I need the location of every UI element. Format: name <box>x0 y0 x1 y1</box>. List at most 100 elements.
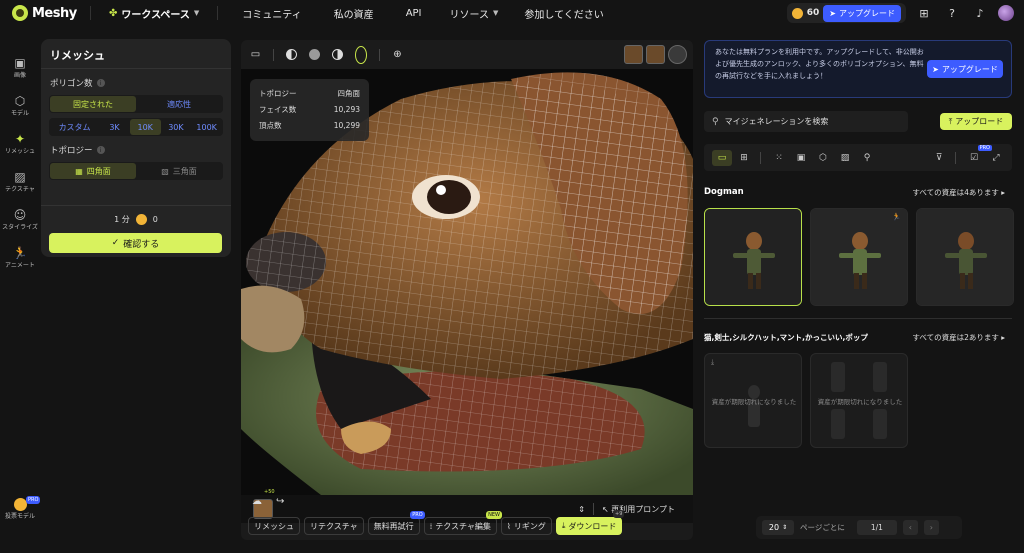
meshy-logo-icon <box>12 5 28 21</box>
matcap-shading-icon[interactable] <box>332 49 343 60</box>
brand-logo[interactable]: Meshy <box>12 5 82 21</box>
triangle-mesh-icon: ▧ <box>161 166 169 176</box>
count-3k[interactable]: 3K <box>99 119 130 135</box>
nav-my-assets[interactable]: 私の資産 <box>318 0 390 26</box>
upload-button[interactable]: ⤒ アップロード <box>940 113 1012 130</box>
remesh-action-button[interactable]: リメッシュ <box>248 517 300 535</box>
texture-thumb-1[interactable] <box>624 45 643 64</box>
rail-item-model[interactable]: ⬡ モデル <box>0 94 40 118</box>
share-icon[interactable]: ↪ <box>276 496 284 507</box>
count-10k[interactable]: 10K <box>129 119 161 135</box>
nav-join[interactable]: 参加してください <box>510 0 617 26</box>
expired-label: 資産が期限切れになりました <box>711 398 797 406</box>
remesh-footer: 1 分 0 ✓ 確認する <box>41 205 231 257</box>
expand-icon[interactable]: ⤢ <box>986 150 1006 166</box>
upgrade-banner: あなたは無料プランを利用中です。アップグレードして、非公開および優先生成のアンロ… <box>704 40 1012 98</box>
expand-toggle-icon[interactable]: ⇕ <box>578 505 585 514</box>
expired-label: 資産が期限切れになりました <box>817 398 903 406</box>
count-custom[interactable]: カスタム <box>50 119 99 135</box>
pro-badge: PRO <box>26 496 41 504</box>
nav-community[interactable]: コミュニティ <box>226 0 317 26</box>
texture-edit-button[interactable]: ⁞ テクスチャ編集 NEW <box>423 511 502 535</box>
folder-filter-icon[interactable]: ▭ <box>712 149 732 166</box>
count-30k[interactable]: 30K <box>161 119 192 135</box>
confirm-button[interactable]: ✓ 確認する <box>49 233 222 253</box>
asset-card-expired[interactable]: ⤓ 資産が期限切れになりました <box>704 353 802 448</box>
bell-icon[interactable]: ♪ <box>970 7 990 20</box>
nav-resources-label: リソース <box>449 9 490 21</box>
view-all-link-1[interactable]: すべての資産は4あります ▸ <box>912 187 1005 198</box>
texture-filter-icon[interactable]: ▨ <box>835 150 855 166</box>
textured-shading-icon[interactable] <box>355 45 367 64</box>
upgrade-button[interactable]: ➤ アップグレード <box>927 60 1003 78</box>
pro-badge: PRO <box>410 511 425 519</box>
rail-item-remesh[interactable]: ✦ リメッシュ <box>0 132 40 156</box>
mode-fixed[interactable]: 固定された <box>50 96 136 112</box>
nav-api[interactable]: API <box>390 0 438 26</box>
texture-thumb-2[interactable] <box>646 45 665 64</box>
search-input[interactable] <box>724 117 905 126</box>
image-filter-icon[interactable]: ▣ <box>791 150 811 166</box>
globe-icon[interactable]: ⊕ <box>392 49 403 60</box>
pagination: 20 ⇕ ページごとに 1/1 ‹ › <box>756 516 962 539</box>
mode-adaptive[interactable]: 適応性 <box>136 96 222 112</box>
workspace-menu[interactable]: ✤ ワークスペース ▼ <box>99 0 209 26</box>
dots-grid-icon[interactable]: ⁙ <box>769 150 789 166</box>
wireframe-shading-icon[interactable] <box>286 49 297 60</box>
vote-icon <box>13 498 27 511</box>
model-filter-icon[interactable]: ⬡ <box>813 150 833 166</box>
search-icon: ⚲ <box>712 116 719 127</box>
brand-name: Meshy <box>32 5 77 21</box>
count-100k[interactable]: 100K <box>191 119 222 135</box>
clay-shading-icon[interactable] <box>309 49 320 60</box>
info-icon[interactable]: i <box>96 146 105 154</box>
select-checkbox-icon[interactable]: ☑ PRO <box>964 144 992 166</box>
asset-card-expired[interactable]: 資産が期限切れになりました <box>810 353 908 448</box>
per-page-select[interactable]: 20 ⇕ <box>762 520 794 535</box>
monitor-icon[interactable]: ▭ <box>250 49 261 60</box>
action-label: リメッシュ <box>254 521 294 531</box>
upload-icon: ⤒ <box>948 116 953 126</box>
upload-cloud-icon[interactable]: ☁ <box>252 496 262 507</box>
avatar[interactable] <box>998 5 1014 21</box>
filter-funnel-icon[interactable]: ⊽ <box>929 150 949 166</box>
viewer-mini-actions: ☁ ↪ <box>252 496 284 507</box>
view-thumbnails <box>624 45 687 64</box>
free-retry-button[interactable]: 無料再試行 PRO <box>367 511 425 535</box>
per-page-value: 20 <box>768 523 780 532</box>
next-page-button[interactable]: › <box>923 520 939 535</box>
animation-filter-icon[interactable]: ⚲ <box>857 150 877 166</box>
chevron-down-icon: ▼ <box>193 9 200 17</box>
action-label: 無料再試行 <box>373 521 414 531</box>
topology-text: トポロジー <box>50 146 93 156</box>
view-settings-icon[interactable] <box>668 45 687 64</box>
download-button[interactable]: ⤓ ダウンロード +9 <box>555 510 625 535</box>
stat-label: トポロジー <box>259 89 297 98</box>
credit-bonus-badge: +50 <box>264 489 275 495</box>
time-estimate: 1 分 <box>114 215 130 224</box>
rigging-button[interactable]: ⌇ リギング <box>500 517 552 535</box>
gift-icon[interactable]: ⊞ <box>914 7 934 20</box>
rail-item-texture[interactable]: ▨ テクスチャ <box>0 170 40 194</box>
topology-quad[interactable]: ▦ 四角面 <box>50 163 136 179</box>
grid-view-icon[interactable]: ⊞ <box>734 150 754 166</box>
info-icon[interactable]: i <box>96 79 105 87</box>
stat-row: フェイス数 10,293 <box>259 102 360 118</box>
asset-card[interactable] <box>704 208 802 306</box>
help-icon[interactable]: ? <box>942 7 962 20</box>
asset-card[interactable]: 🏃 <box>810 208 908 306</box>
rail-item-vote[interactable]: PRO 投票モデル <box>0 496 41 521</box>
retexture-action-button[interactable]: リテクスチャ <box>304 517 364 535</box>
upgrade-button-top[interactable]: ➤ アップグレード <box>823 4 901 22</box>
rail-item-animate[interactable]: 🏃 アニメート <box>0 246 40 270</box>
rail-item-stylize[interactable]: ☺ スタイライズ <box>0 208 40 232</box>
nav-resources[interactable]: リソース ▼ <box>438 0 511 26</box>
poly-count-text: ポリゴン数 <box>50 79 93 89</box>
prev-page-button[interactable]: ‹ <box>902 520 918 535</box>
topology-triangle[interactable]: ▧ 三角面 <box>136 163 222 179</box>
asset-filter-bar: ▭ ⊞ ⁙ ▣ ⬡ ▨ ⚲ ⊽ ☑ PRO ⤢ <box>704 144 1012 171</box>
rail-item-image[interactable]: ▣ 画像 <box>0 56 40 80</box>
asset-card[interactable] <box>916 208 1014 306</box>
view-all-link-2[interactable]: すべての資産は2あります ▸ <box>912 332 1005 343</box>
credits-indicator[interactable]: 60 ➤ アップグレード <box>786 3 906 23</box>
